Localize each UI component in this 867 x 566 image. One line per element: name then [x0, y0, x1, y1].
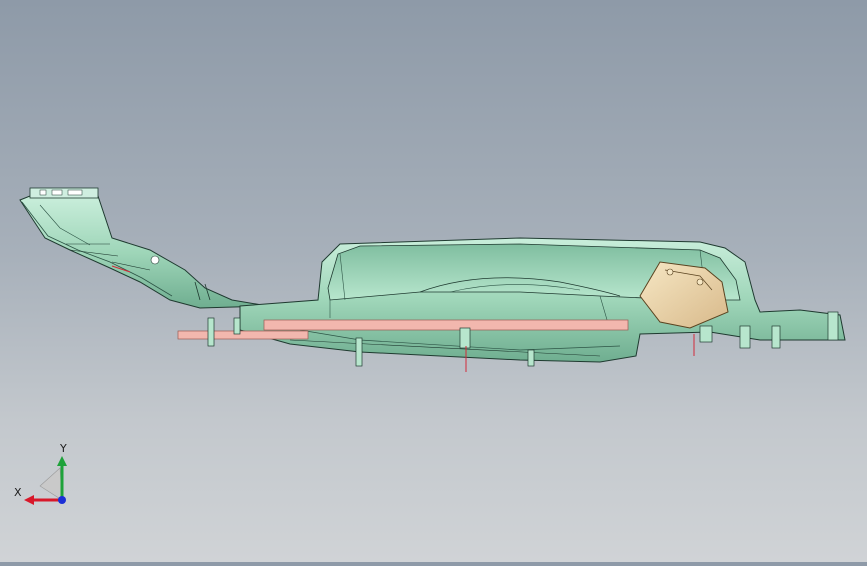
- y-axis-label: Y: [60, 442, 67, 455]
- coordinate-triad: [24, 456, 67, 505]
- plate-center: [263, 319, 629, 331]
- triad-plane: [39, 467, 63, 501]
- x-axis-label: X: [14, 486, 22, 499]
- main-tray: [239, 237, 846, 363]
- cad-viewport[interactable]: Y X: [0, 0, 867, 562]
- left-flange: [19, 187, 269, 309]
- z-axis-dot: [58, 496, 66, 504]
- model-canvas[interactable]: [0, 0, 867, 562]
- plate-left: [177, 330, 309, 340]
